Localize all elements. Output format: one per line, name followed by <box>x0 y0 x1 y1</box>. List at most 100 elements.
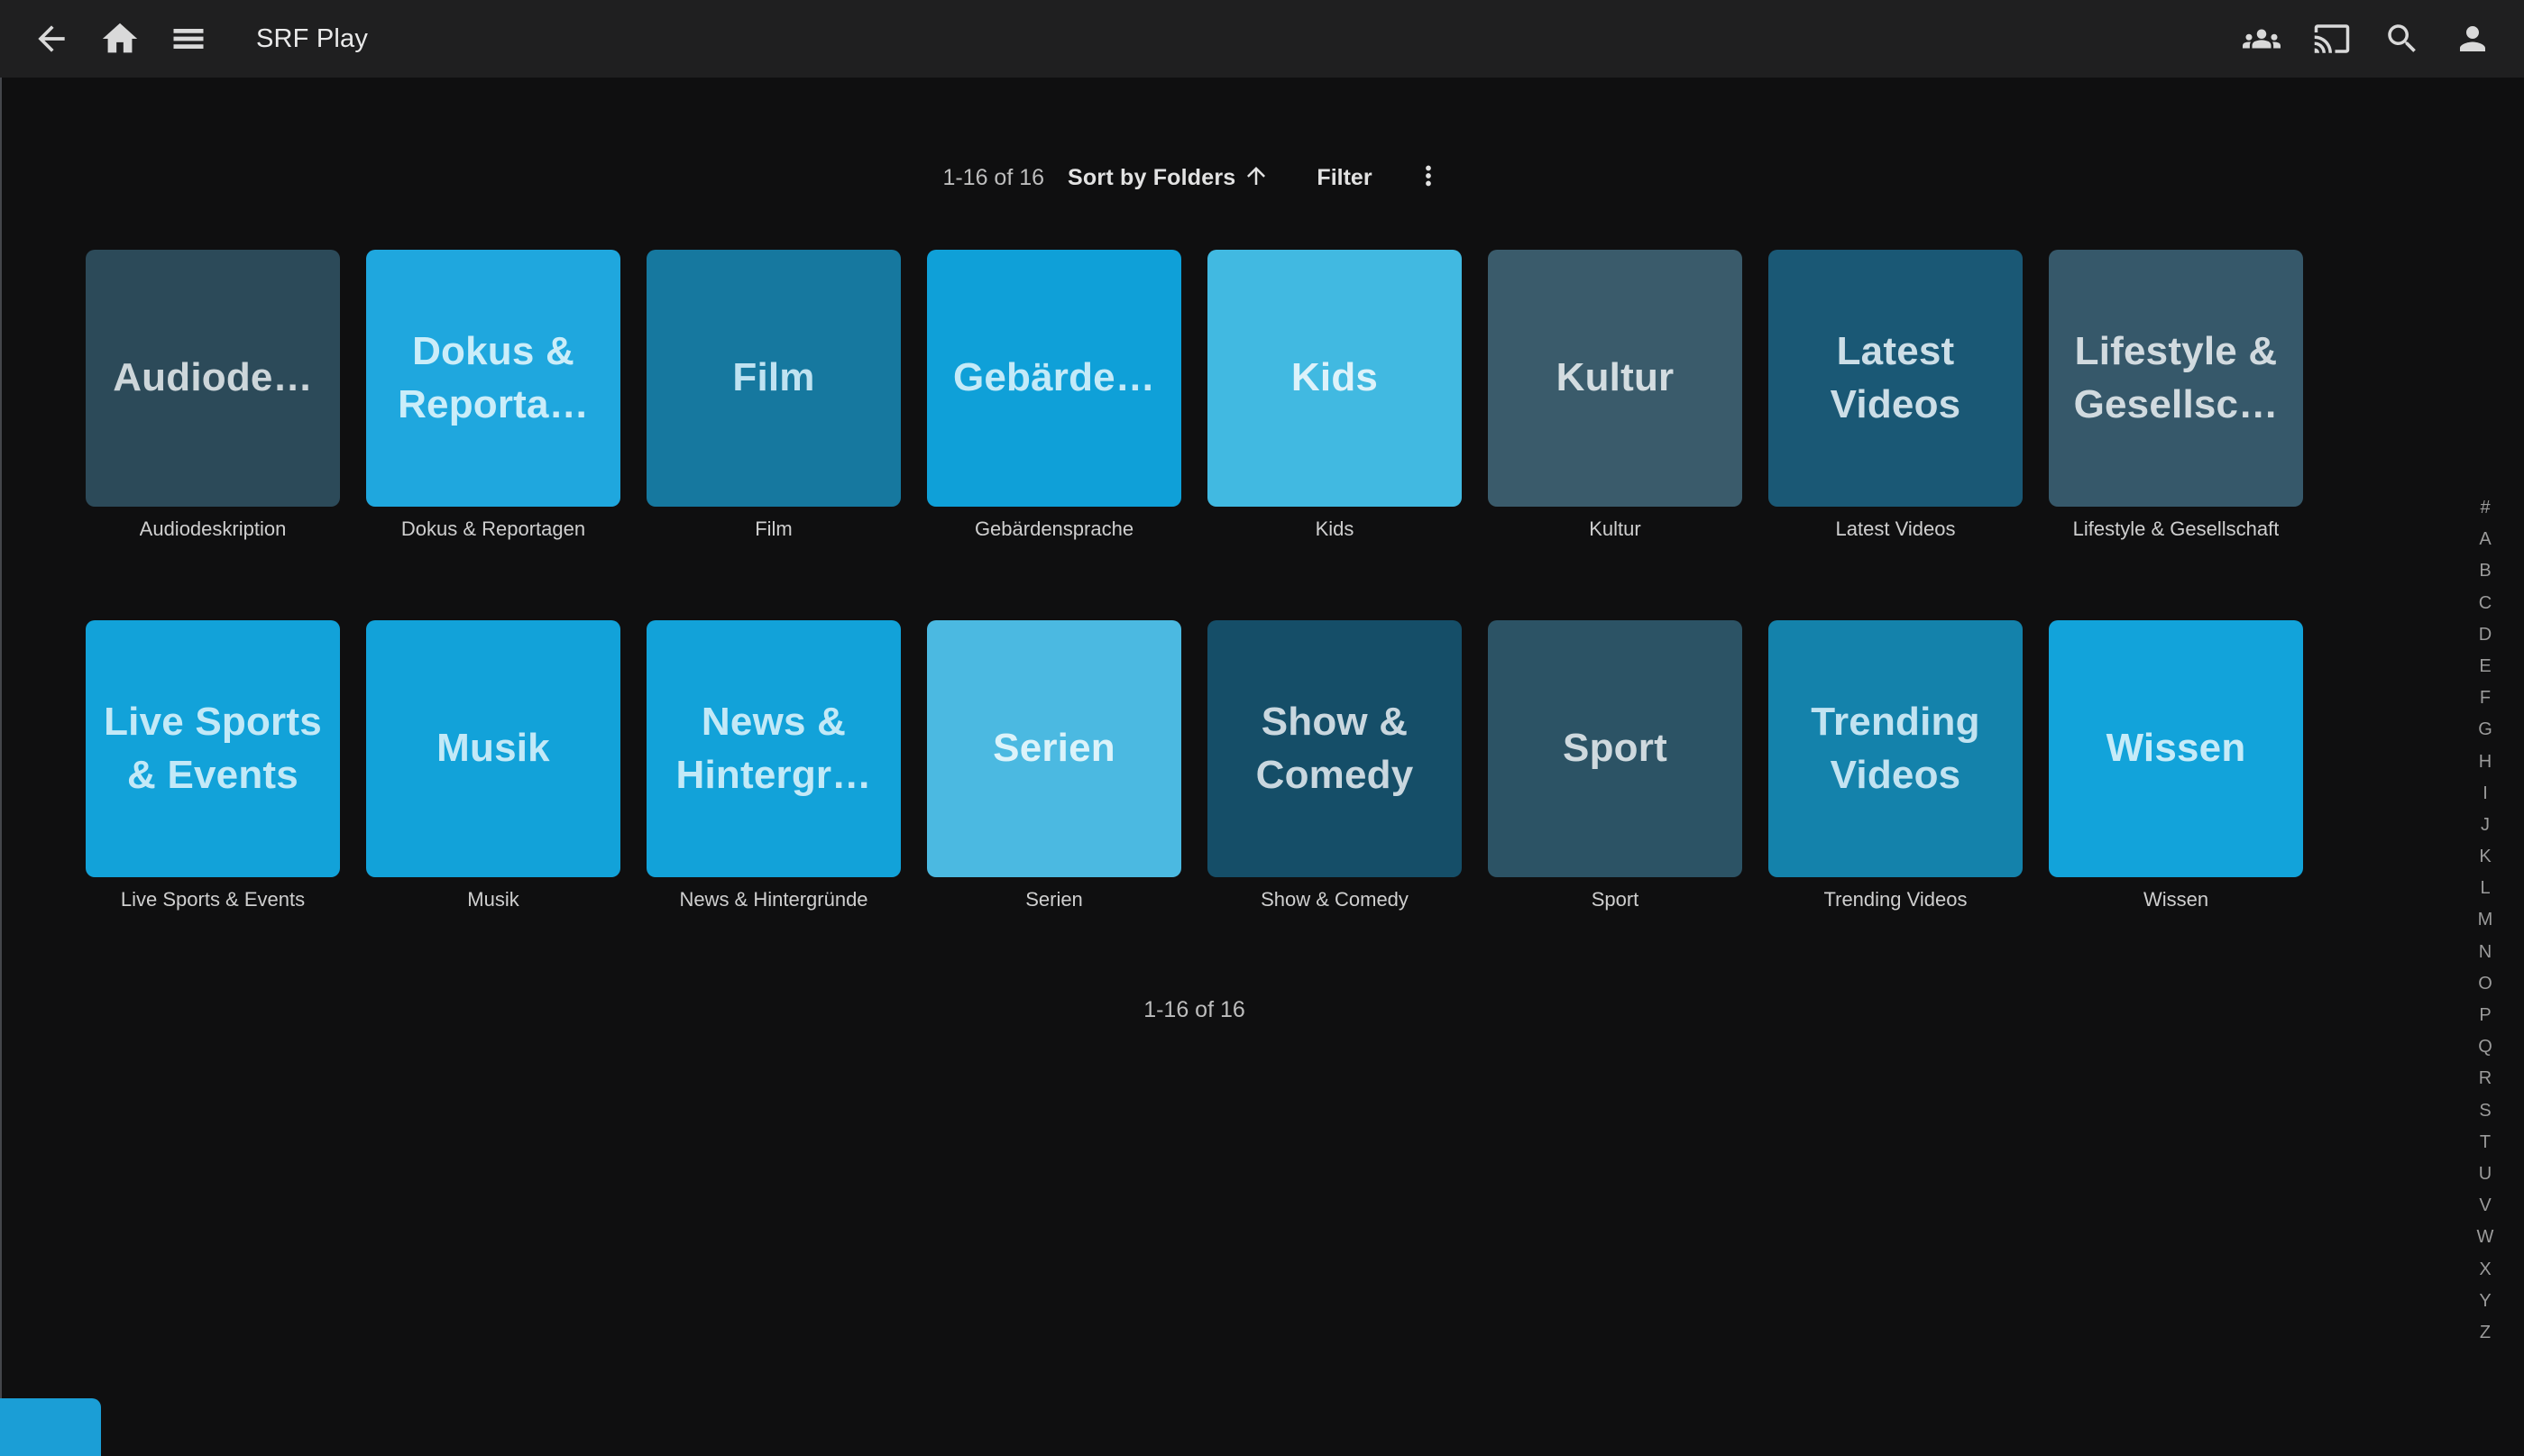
folder-tile[interactable]: Film <box>647 250 901 507</box>
folder-tile[interactable]: Latest Videos <box>1768 250 2023 507</box>
alpha-picker-letter[interactable]: C <box>2466 588 2504 619</box>
folder-tile[interactable]: Gebärde… <box>927 250 1181 507</box>
alpha-picker-letter[interactable]: E <box>2466 651 2504 682</box>
folder-tile-title: Kids <box>1291 352 1378 404</box>
listing-header: 1-16 of 16 Sort by Folders Filter <box>86 158 2303 197</box>
folder-card: Live Sports & Events Live Sports & Event… <box>86 620 340 911</box>
alpha-picker-letter[interactable]: L <box>2466 873 2504 904</box>
alpha-picker-letter[interactable]: P <box>2466 1000 2504 1031</box>
folder-card-label[interactable]: Show & Comedy <box>1261 888 1409 911</box>
folder-card-label[interactable]: Live Sports & Events <box>121 888 305 911</box>
folder-card-label[interactable]: Lifestyle & Gesellschaft <box>2073 517 2280 541</box>
alpha-picker-letter[interactable]: A <box>2466 524 2504 555</box>
paging-status-bottom: 1-16 of 16 <box>86 997 2303 1023</box>
syncplay-button[interactable] <box>2241 18 2282 60</box>
alpha-picker-letter[interactable]: S <box>2466 1095 2504 1127</box>
alpha-picker-letter[interactable]: G <box>2466 714 2504 746</box>
alpha-picker-letter[interactable]: N <box>2466 937 2504 968</box>
folder-card-label[interactable]: Wissen <box>2143 888 2208 911</box>
bottom-left-partial-tile[interactable] <box>0 1398 101 1456</box>
folder-tile[interactable]: Serien <box>927 620 1181 877</box>
alpha-picker-letter[interactable]: K <box>2466 841 2504 873</box>
alpha-picker-letter[interactable]: I <box>2466 778 2504 810</box>
folder-tile[interactable]: Dokus & Reporta… <box>366 250 620 507</box>
filter-button[interactable]: Filter <box>1317 165 1372 191</box>
syncplay-groups-icon <box>2243 20 2281 58</box>
alpha-picker-letter[interactable]: R <box>2466 1063 2504 1094</box>
folder-card-label[interactable]: Kids <box>1316 517 1354 541</box>
alpha-picker-letter[interactable]: J <box>2466 810 2504 841</box>
folder-tile-title: Dokus & Reporta… <box>378 325 609 430</box>
folder-card: Film Film <box>647 250 901 541</box>
folder-card-label[interactable]: Dokus & Reportagen <box>401 517 585 541</box>
folder-tile[interactable]: Musik <box>366 620 620 877</box>
folder-card-label[interactable]: Sport <box>1592 888 1639 911</box>
folder-card-label[interactable]: Trending Videos <box>1824 888 1968 911</box>
folder-card-label[interactable]: Musik <box>467 888 519 911</box>
alpha-picker-letter[interactable]: Q <box>2466 1031 2504 1063</box>
folder-card-label[interactable]: Audiodeskription <box>140 517 287 541</box>
alpha-picker-letter[interactable]: Z <box>2466 1317 2504 1349</box>
more-vert-icon <box>1413 160 1444 196</box>
search-icon <box>2383 20 2421 58</box>
back-button[interactable] <box>31 18 72 60</box>
alpha-picker-letter[interactable]: # <box>2466 492 2504 524</box>
alpha-picker-letter[interactable]: T <box>2466 1127 2504 1158</box>
folder-tile[interactable]: Live Sports & Events <box>86 620 340 877</box>
topbar-left-group: SRF Play <box>31 18 368 60</box>
folder-card: Wissen Wissen <box>2049 620 2303 911</box>
folder-tile[interactable]: News & Hintergr… <box>647 620 901 877</box>
folder-tile[interactable]: Trending Videos <box>1768 620 2023 877</box>
folder-tile-title: Latest Videos <box>1780 325 2011 430</box>
cast-icon <box>2313 20 2351 58</box>
menu-icon <box>169 19 208 59</box>
folder-tile-title: Sport <box>1563 722 1667 774</box>
home-button[interactable] <box>99 18 141 60</box>
top-app-bar: SRF Play <box>0 0 2524 78</box>
alpha-picker-letter[interactable]: F <box>2466 682 2504 714</box>
folder-card: Show & Comedy Show & Comedy <box>1207 620 1462 911</box>
folder-tile[interactable]: Kultur <box>1488 250 1742 507</box>
folder-tile[interactable]: Lifestyle & Gesellsc… <box>2049 250 2303 507</box>
user-menu-button[interactable] <box>2452 18 2493 60</box>
folder-tile[interactable]: Kids <box>1207 250 1462 507</box>
folder-card: Kultur Kultur <box>1488 250 1742 541</box>
folder-tile[interactable]: Sport <box>1488 620 1742 877</box>
folder-card-label[interactable]: News & Hintergründe <box>679 888 867 911</box>
folder-tile[interactable]: Wissen <box>2049 620 2303 877</box>
search-button[interactable] <box>2382 18 2423 60</box>
folder-card-label[interactable]: Film <box>755 517 793 541</box>
folder-card: Lifestyle & Gesellsc… Lifestyle & Gesell… <box>2049 250 2303 541</box>
sort-button-label: Sort by Folders <box>1068 165 1235 191</box>
folder-tile[interactable]: Show & Comedy <box>1207 620 1462 877</box>
alpha-picker-letter[interactable]: Y <box>2466 1286 2504 1317</box>
alpha-picker-letter[interactable]: O <box>2466 968 2504 1000</box>
alpha-picker-letter[interactable]: M <box>2466 904 2504 936</box>
folder-tile[interactable]: Audiode… <box>86 250 340 507</box>
sort-button[interactable]: Sort by Folders <box>1068 162 1270 194</box>
folder-card-label[interactable]: Kultur <box>1589 517 1640 541</box>
alpha-picker-letter[interactable]: B <box>2466 555 2504 587</box>
folder-tile-title: Serien <box>993 722 1115 774</box>
folder-tile-title: Gebärde… <box>953 352 1155 404</box>
alpha-picker-letter[interactable]: V <box>2466 1190 2504 1222</box>
page-title: SRF Play <box>256 24 368 54</box>
alpha-picker-letter[interactable]: W <box>2466 1222 2504 1253</box>
folder-tile-title: Wissen <box>2106 722 2246 774</box>
folder-card-label[interactable]: Gebärdensprache <box>975 517 1134 541</box>
drawer-menu-button[interactable] <box>168 18 209 60</box>
cast-button[interactable] <box>2311 18 2353 60</box>
alpha-picker-letter[interactable]: H <box>2466 746 2504 778</box>
user-icon <box>2454 20 2492 58</box>
more-options-button[interactable] <box>1410 160 1446 196</box>
alpha-picker-letter[interactable]: U <box>2466 1158 2504 1190</box>
alpha-picker-letter[interactable]: D <box>2466 619 2504 651</box>
folder-tile-title: Musik <box>436 722 550 774</box>
alpha-picker: #ABCDEFGHIJKLMNOPQRSTUVWXYZ <box>2466 492 2504 1349</box>
folder-card: Audiode… Audiodeskription <box>86 250 340 541</box>
folder-card-label[interactable]: Latest Videos <box>1836 517 1956 541</box>
alpha-picker-letter[interactable]: X <box>2466 1254 2504 1286</box>
arrow-up-icon <box>1235 162 1270 194</box>
folder-tile-title: News & Hintergr… <box>658 696 889 801</box>
folder-card-label[interactable]: Serien <box>1025 888 1083 911</box>
